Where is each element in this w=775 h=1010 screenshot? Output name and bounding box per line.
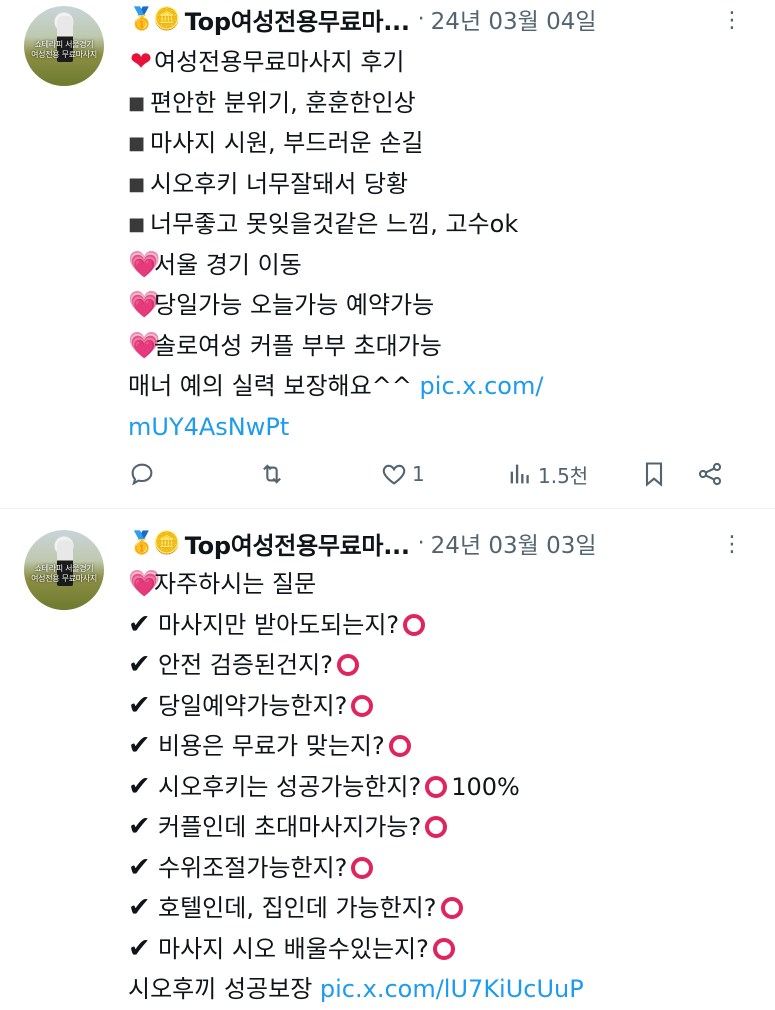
text-line: 매너 예의 실력 보장해요^^ pic.x.com/ [128, 372, 544, 400]
reply-icon [131, 463, 153, 486]
like-button[interactable]: 1 [380, 460, 506, 488]
pink-heart-icon: 💗 [128, 330, 161, 361]
circle-mark-icon [425, 775, 448, 798]
separator-dot: · [417, 530, 425, 556]
views-button[interactable]: 1.5천 [506, 460, 640, 489]
check-icon: ✔ [128, 730, 151, 761]
separator-dot: · [417, 6, 425, 32]
author-name[interactable]: Top여성전용무료마... [185, 526, 410, 561]
medal-icons: 🥇🪙 [128, 6, 181, 32]
avatar-caption: 쇼테라피 서울경기 여성전용 무료마사지 [31, 40, 97, 59]
circle-mark-icon [351, 856, 374, 879]
text-line: 💗자주하시는 질문 [128, 564, 755, 605]
check-icon: ✔ [128, 851, 151, 883]
check-icon: ✔ [128, 608, 151, 640]
retweet-button[interactable] [258, 460, 380, 488]
bullet-square-icon: ■ [128, 133, 146, 154]
circle-mark-icon [351, 694, 374, 717]
views-icon [510, 464, 529, 484]
avatar[interactable]: 쇼테라피 서울경기 여성전용 무료마사지 [24, 530, 104, 610]
text-line: 💗솔로여성 커플 부부 초대가능 [128, 326, 755, 367]
pink-heart-icon: 💗 [128, 290, 161, 320]
text-line: ✔ 당일예약가능한지? [128, 686, 755, 727]
circle-mark-icon [425, 816, 448, 838]
tweet-header: 🥇🪙 Top여성전용무료마... · 24년 03월 04일 [128, 2, 597, 37]
media-link[interactable]: mUY4AsNwPt [128, 413, 289, 441]
author-name[interactable]: Top여성전용무료마... [185, 2, 410, 37]
circle-mark-icon [432, 937, 455, 960]
tweet-header: 🥇🪙 Top여성전용무료마... · 24년 03월 03일 [128, 526, 597, 561]
circle-mark-icon [336, 654, 359, 676]
avatar[interactable]: 쇼테라피 서울경기 여성전용 무료마사지 [24, 6, 104, 86]
medal-icons: 🥇🪙 [128, 530, 181, 556]
check-icon: ✔ [128, 689, 151, 721]
text-line: ✔ 비용은 무료가 맞는지? [128, 726, 755, 767]
reply-button[interactable] [128, 460, 258, 488]
red-heart-icon: ❤ [130, 47, 152, 77]
check-icon: ✔ [128, 892, 151, 923]
check-icon: ✔ [128, 770, 151, 802]
tweet[interactable]: 쇼테라피 서울경기 여성전용 무료마사지 🥇🪙 Top여성전용무료마... · 2… [0, 0, 775, 508]
text-line: 💗당일가능 오늘가능 예약가능 [128, 285, 755, 326]
circle-mark-icon [388, 735, 411, 757]
retweet-icon [263, 464, 281, 484]
pink-heart-icon: 💗 [128, 249, 161, 280]
bullet-square-icon: ■ [128, 173, 146, 195]
text-line: ✔ 마사지만 받아도되는지? [128, 605, 755, 646]
tweet-text: 💗자주하시는 질문 ✔ 마사지만 받아도되는지? ✔ 안전 검증된건지? ✔ 당일예약… [128, 564, 755, 1010]
media-link[interactable]: pic.x.com/lU7KiUcUuP [320, 975, 584, 1003]
text-line: 💗서울 경기 이동 [128, 245, 755, 286]
tweet-date[interactable]: 24년 03월 04일 [431, 2, 597, 36]
text-line: ✔ 커플인데 초대마사지가능? [128, 807, 755, 848]
text-line: 시오후끼 성공보장 pic.x.com/lU7KiUcUuP [128, 975, 584, 1003]
view-count: 1.5천 [538, 463, 589, 488]
text-line: ❤여성전용무료마사지 후기 [128, 42, 755, 83]
check-icon: ✔ [128, 932, 151, 964]
pink-heart-icon: 💗 [128, 569, 161, 599]
like-icon [382, 464, 406, 485]
more-icon[interactable]: ⋮ [721, 532, 743, 558]
text-line: ✔ 마사지 시오 배울수있는지? [128, 929, 755, 970]
text-line: ■ 편안한 분위기, 훈훈한인상 [128, 83, 755, 124]
bullet-square-icon: ■ [128, 92, 146, 114]
check-icon: ✔ [128, 649, 151, 680]
text-line: ✔ 수위조절가능한지? [128, 848, 755, 889]
tweet-date[interactable]: 24년 03월 03일 [431, 526, 597, 560]
bullet-square-icon: ■ [128, 214, 146, 235]
action-bar: 1 1.5천 [128, 458, 735, 490]
text-line: ✔ 시오후키는 성공가능한지? 100% [128, 767, 755, 808]
like-count: 1 [412, 462, 425, 486]
text-line: ■ 시오후키 너무잘돼서 당황 [128, 164, 755, 205]
circle-mark-icon [440, 897, 463, 919]
check-icon: ✔ [128, 811, 151, 842]
text-line: ✔ 호텔인데, 집인데 가능한지? [128, 888, 755, 929]
text-line: ✔ 안전 검증된건지? [128, 645, 755, 686]
bookmark-button[interactable] [640, 460, 696, 488]
tweet-text: ❤여성전용무료마사지 후기 ■ 편안한 분위기, 훈훈한인상 ■ 마사지 시원, 부… [128, 42, 755, 447]
text-line: mUY4AsNwPt [128, 407, 755, 448]
text-line: ■ 마사지 시원, 부드러운 손길 [128, 123, 755, 164]
share-icon [698, 462, 722, 486]
circle-mark-icon [403, 613, 426, 636]
bookmark-icon [645, 462, 663, 487]
more-icon[interactable]: ⋮ [721, 8, 743, 34]
avatar-caption: 쇼테라피 서울경기 여성전용 무료마사지 [31, 564, 97, 583]
tweet[interactable]: 쇼테라피 서울경기 여성전용 무료마사지 🥇🪙 Top여성전용무료마... · 2… [0, 508, 775, 1003]
share-button[interactable] [696, 460, 724, 488]
media-link[interactable]: pic.x.com/ [420, 372, 544, 400]
text-line: ■ 너무좋고 못잊을것같은 느낌, 고수ok [128, 204, 755, 245]
